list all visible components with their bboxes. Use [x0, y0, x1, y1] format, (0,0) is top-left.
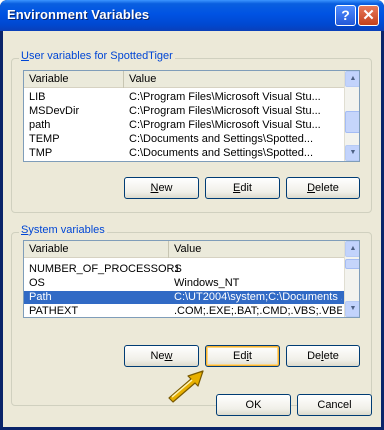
column-header-variable[interactable]: Variable [24, 241, 169, 258]
vertical-scrollbar[interactable]: ▲ ▼ [344, 71, 359, 161]
ok-button[interactable]: OK [216, 394, 291, 416]
column-header-variable[interactable]: Variable [24, 71, 124, 88]
vertical-scrollbar[interactable]: ▲ ▼ [344, 241, 359, 317]
table-row[interactable]: NUMBER_OF_PROCESSORS 1 [24, 263, 344, 276]
variable-cell: NUMBER_OF_PROCESSORS [29, 263, 182, 275]
value-cell: C:\UT2004\system;C:\Documents ... [174, 291, 342, 303]
table-row[interactable]: MSDevDir C:\Program Files\Microsoft Visu… [24, 105, 344, 118]
value-cell: C:\Program Files\Microsoft Visual Stu... [129, 105, 321, 117]
user-edit-button[interactable]: Edit [205, 177, 280, 199]
cancel-button[interactable]: Cancel [297, 394, 372, 416]
user-variables-label: User variables for SpottedTiger [19, 50, 175, 62]
arrow-pointer-icon [168, 370, 204, 403]
variable-cell: PATHEXT [29, 305, 79, 317]
table-row-selected[interactable]: Path C:\UT2004\system;C:\Documents ... [24, 291, 344, 304]
table-row[interactable]: path C:\Program Files\Microsoft Visual S… [24, 119, 344, 132]
close-icon[interactable]: ✕ [358, 5, 379, 26]
variable-cell: path [29, 119, 51, 131]
user-variables-list[interactable]: Variable Value LIB C:\Program Files\Micr… [23, 70, 360, 162]
scroll-thumb[interactable] [345, 111, 359, 133]
title-bar[interactable]: Environment Variables ? ✕ [0, 0, 384, 31]
value-cell: 1 [174, 263, 181, 275]
scroll-thumb[interactable] [345, 259, 359, 269]
value-cell: Windows_NT [174, 277, 240, 289]
window-title: Environment Variables [7, 7, 150, 22]
variable-cell: Path [29, 291, 52, 303]
list-header: Variable Value [24, 241, 344, 258]
chevron-up-icon[interactable]: ▲ [345, 71, 359, 87]
list-header: Variable Value [24, 71, 344, 88]
environment-variables-window: Environment Variables ? ✕ User variables… [0, 0, 384, 430]
variable-cell: MSDevDir [29, 105, 80, 117]
variable-cell: OS [29, 277, 45, 289]
system-edit-button[interactable]: Edit [205, 345, 280, 367]
value-cell: .COM;.EXE;.BAT;.CMD;.VBS;.VBE;... [174, 305, 342, 317]
column-header-value[interactable]: Value [124, 71, 344, 88]
help-icon[interactable]: ? [335, 5, 356, 26]
user-delete-button[interactable]: Delete [286, 177, 360, 199]
value-cell: C:\Documents and Settings\Spotted... [129, 133, 314, 145]
table-row[interactable]: TMP C:\Documents and Settings\Spotted... [24, 147, 344, 160]
variable-cell: TEMP [29, 133, 60, 145]
chevron-up-icon[interactable]: ▲ [345, 241, 359, 257]
user-new-button[interactable]: New [124, 177, 199, 199]
system-delete-button[interactable]: Delete [286, 345, 360, 367]
variable-cell: TMP [29, 147, 53, 159]
chevron-down-icon[interactable]: ▼ [345, 301, 359, 317]
column-header-value[interactable]: Value [169, 241, 344, 258]
system-variables-list[interactable]: Variable Value NUMBER_OF_PROCESSORS 1 OS… [23, 240, 360, 318]
value-cell: C:\Documents and Settings\Spotted... [129, 147, 314, 159]
variable-cell: LIB [29, 91, 46, 103]
table-row[interactable]: OS Windows_NT [24, 277, 344, 290]
system-variables-label: System variables [19, 224, 107, 236]
table-row[interactable]: TEMP C:\Documents and Settings\Spotted..… [24, 133, 344, 146]
value-cell: C:\Program Files\Microsoft Visual Stu... [129, 119, 321, 131]
table-row[interactable]: LIB C:\Program Files\Microsoft Visual St… [24, 91, 344, 104]
value-cell: C:\Program Files\Microsoft Visual Stu... [129, 91, 321, 103]
table-row[interactable]: PATHEXT .COM;.EXE;.BAT;.CMD;.VBS;.VBE;..… [24, 305, 344, 317]
system-new-button[interactable]: New [124, 345, 199, 367]
chevron-down-icon[interactable]: ▼ [345, 145, 359, 161]
